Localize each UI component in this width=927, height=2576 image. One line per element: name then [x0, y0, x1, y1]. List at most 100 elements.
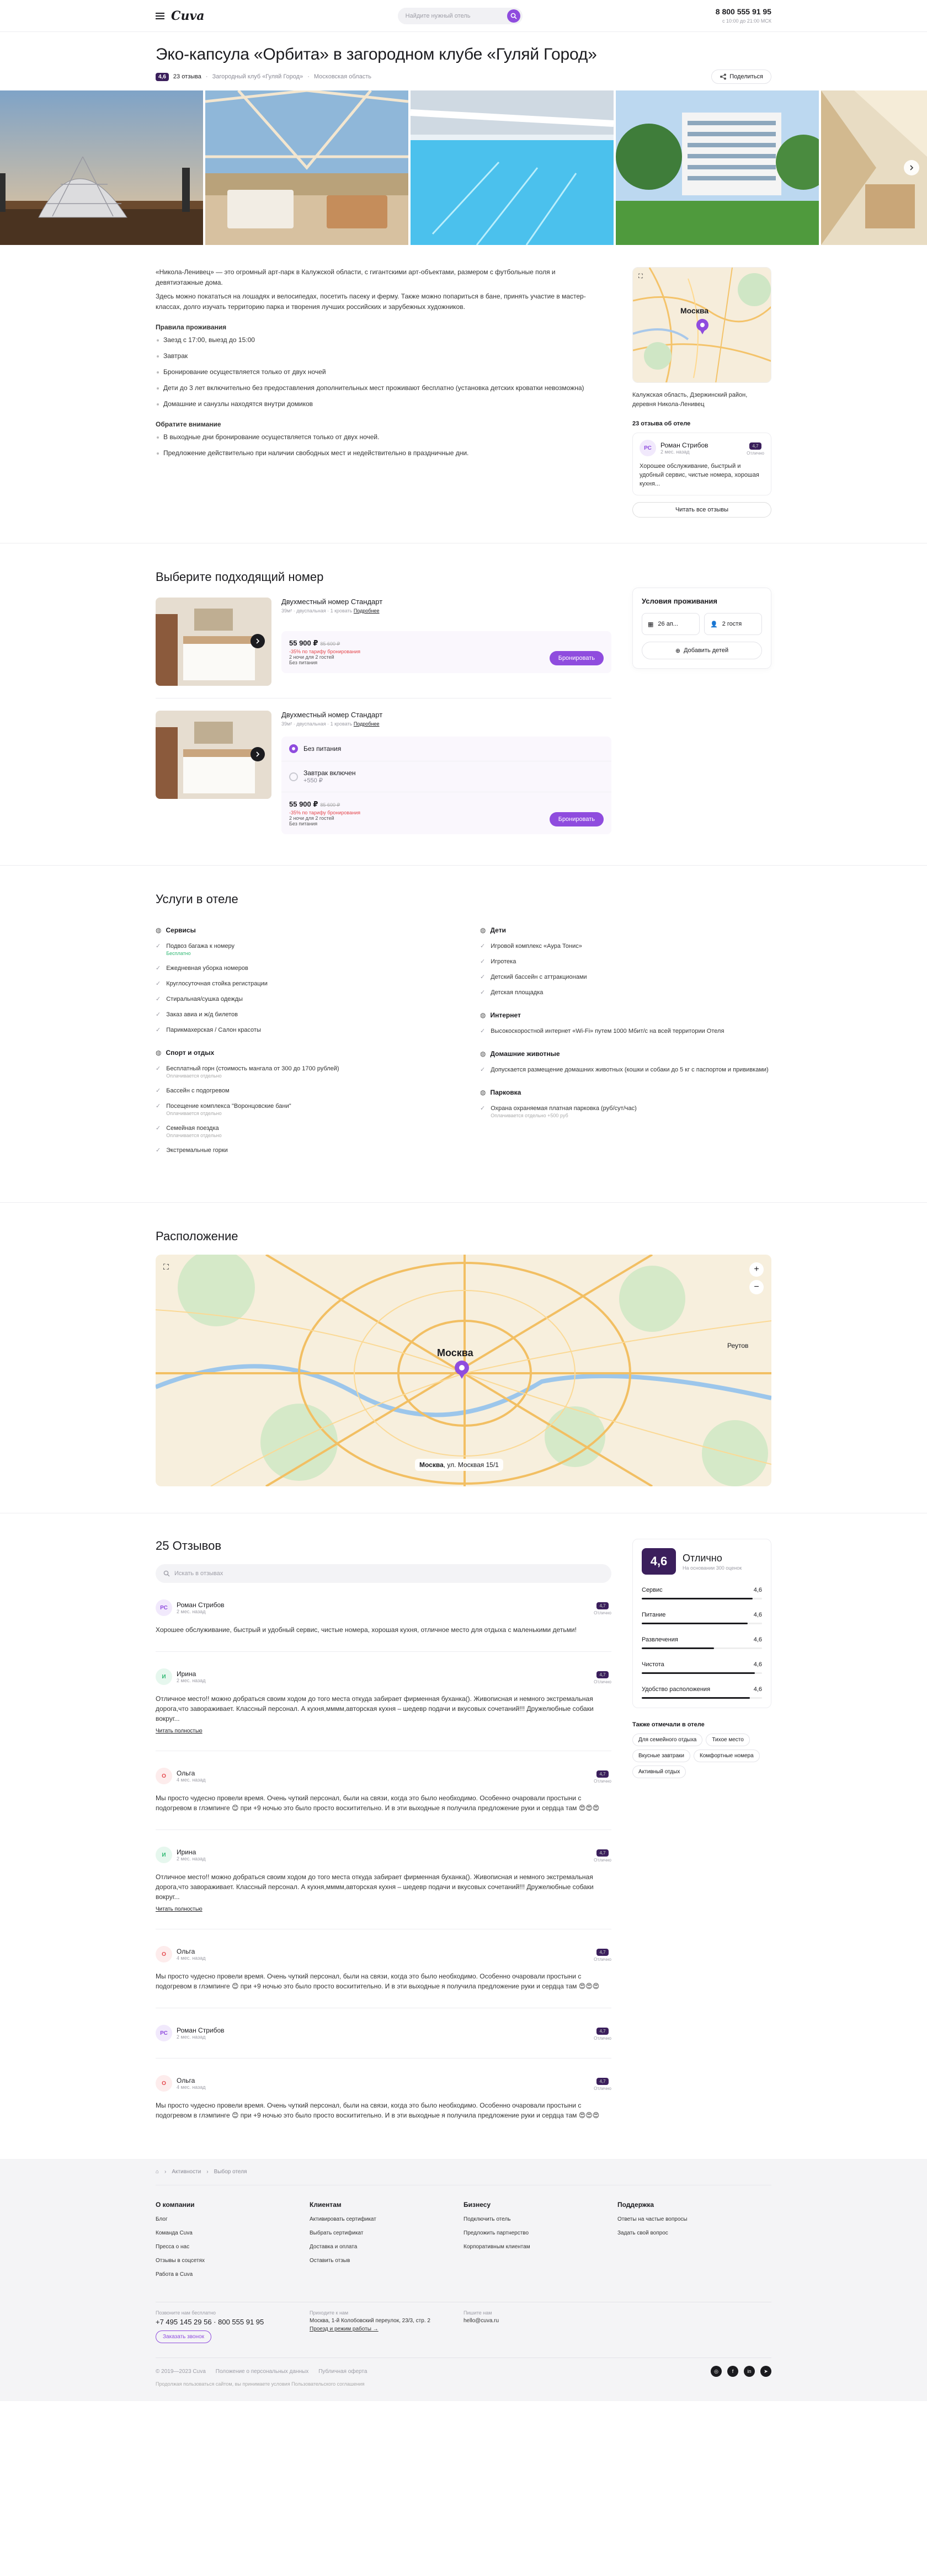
review-tag[interactable]: Комфортные номера — [694, 1750, 760, 1762]
room-photo[interactable] — [156, 711, 271, 799]
service-item: ✓ Бесплатный горн (стоимость мангала от 3… — [156, 1065, 447, 1079]
reviews-search-input[interactable]: Искать в отзывах — [156, 1564, 611, 1583]
radio-selected[interactable] — [289, 744, 298, 753]
policy-link[interactable]: Публичная оферта — [318, 2369, 367, 2375]
room-old-price: 85 600 ₽ — [320, 802, 340, 808]
all-reviews-button[interactable]: Читать все отзывы — [632, 502, 771, 518]
criterion-value: 4,6 — [753, 1612, 762, 1618]
footer-link[interactable]: Отзывы в соцсетях — [156, 2258, 310, 2264]
footer-link[interactable]: Блог — [156, 2216, 310, 2222]
hotel-address: Калужская область, Дзержинский район, де… — [632, 392, 748, 408]
footer-link[interactable]: Корпоративным клиентам — [464, 2244, 617, 2250]
zoom-out-button[interactable]: − — [749, 1280, 764, 1294]
book-button[interactable]: Бронировать — [549, 812, 604, 826]
footer-link[interactable]: Задать свой вопрос — [617, 2230, 771, 2236]
meal-option-breakfast[interactable]: Завтрак включен +550 ₽ — [281, 761, 611, 792]
home-icon[interactable]: ⌂ — [156, 2169, 159, 2175]
service-item-label: Подвоз багажа к номеру — [166, 943, 235, 950]
gallery-photo-interior[interactable] — [205, 90, 408, 245]
room-name[interactable]: Двухместный номер Стандарт — [281, 711, 611, 719]
review-text: Мы просто чудесно провели время. Очень ч… — [156, 1794, 600, 1812]
score-label: Отлично — [594, 1857, 611, 1863]
footer-link[interactable]: Подключить отель — [464, 2216, 617, 2222]
room-photo-next[interactable] — [251, 747, 265, 761]
room-old-price: 85 600 ₽ — [320, 641, 340, 647]
telegram-icon[interactable]: ➤ — [760, 2366, 771, 2377]
breadcrumb-club[interactable]: Загородный клуб «Гуляй Город» — [212, 73, 303, 80]
contact-phones[interactable]: +7 495 145 29 56 · 800 555 91 95 — [156, 2318, 264, 2326]
read-more-link[interactable]: Читать полностью — [156, 1906, 611, 1912]
footer-link[interactable]: Активировать сертификат — [310, 2216, 464, 2222]
service-item-label: Парикмахерская / Салон красоты — [166, 1027, 261, 1033]
photo-gallery[interactable] — [0, 90, 927, 245]
footer-link[interactable]: Оставить отзыв — [310, 2258, 464, 2264]
call-back-button[interactable]: Заказать звонок — [156, 2330, 211, 2343]
review-tag[interactable]: Активный отдых — [632, 1766, 686, 1778]
breadcrumb-item[interactable]: Выбор отеля — [214, 2169, 247, 2175]
logo[interactable]: Cuva — [171, 9, 205, 23]
instagram-icon[interactable]: ◎ — [711, 2366, 722, 2377]
expand-map-icon[interactable]: ⛶ — [638, 273, 643, 280]
room-more-link[interactable]: Подробнее — [354, 721, 380, 727]
radio[interactable] — [289, 772, 298, 781]
room-photo[interactable] — [156, 598, 271, 686]
review-tag[interactable]: Вкусные завтраки — [632, 1750, 690, 1762]
email-link[interactable]: hello@cuva.ru — [464, 2318, 617, 2324]
phone-number[interactable]: 8 800 555 91 95 — [716, 7, 771, 16]
header-phone[interactable]: 8 800 555 91 95 с 10:00 до 21:00 МСК — [716, 7, 771, 24]
gallery-photo-dome[interactable] — [0, 90, 203, 245]
footer-link[interactable]: Ответы на частые вопросы — [617, 2216, 771, 2222]
review-tag[interactable]: Для семейного отдыха — [632, 1734, 703, 1746]
gallery-photo-building[interactable] — [616, 90, 819, 245]
rules-list: Заезд с 17:00, выезд до 15:00 Завтрак Бр… — [156, 335, 597, 409]
gallery-next-button[interactable] — [904, 160, 919, 175]
zoom-in-button[interactable]: + — [749, 1262, 764, 1277]
phone-hours: с 10:00 до 21:00 МСК — [722, 18, 771, 24]
review-item: И Ирина 2 мес. назад 4,7 Отлично Отличное мес… — [156, 1652, 611, 1751]
mini-map[interactable]: Москва ⛶ — [632, 267, 771, 383]
read-more-link[interactable]: Читать полностью — [156, 1728, 611, 1734]
footer-link[interactable]: Доставка и оплата — [310, 2244, 464, 2250]
search-input[interactable]: Найдите нужный отель — [397, 7, 523, 24]
expand-map-icon[interactable]: ⛶ — [163, 1262, 169, 1272]
avatar: РС — [156, 2025, 172, 2041]
review-list: РС Роман Стрибов 2 мес. назад 4,7 Отлично Хор… — [156, 1583, 611, 2137]
footer-link[interactable]: Работа в Cuva — [156, 2271, 310, 2278]
share-button[interactable]: Поделиться — [711, 70, 771, 84]
footer-link[interactable]: Предложить партнерство — [464, 2230, 617, 2236]
room-name[interactable]: Двухместный номер Стандарт — [281, 598, 611, 606]
add-kids-button[interactable]: ⊕ Добавить детей — [642, 642, 762, 659]
breadcrumb-item[interactable]: Активности — [172, 2169, 201, 2175]
gallery-photo-pool[interactable] — [411, 90, 614, 245]
service-item-label: Высокоскоростной интернет «Wi-Fi» путем … — [491, 1028, 724, 1034]
rule-item: Дети до 3 лет включительно без предостав… — [156, 383, 597, 393]
footer-link[interactable]: Пресса о нас — [156, 2244, 310, 2250]
service-item-label: Экстремальные горки — [166, 1147, 228, 1154]
facebook-icon[interactable]: f — [727, 2366, 738, 2377]
route-link[interactable]: Проезд и режим работы → — [310, 2326, 464, 2332]
criterion-row: Питание 4,6 — [642, 1612, 762, 1618]
menu-icon[interactable] — [156, 12, 166, 20]
footer-link[interactable]: Команда Cuva — [156, 2230, 310, 2236]
guests-field[interactable]: 👤 2 гостя — [704, 613, 762, 635]
search-button[interactable] — [507, 9, 520, 23]
review-tag[interactable]: Тихое место — [706, 1734, 750, 1746]
dates-field[interactable]: ▦ 26 ап... — [642, 613, 700, 635]
check-icon: ✓ — [480, 943, 486, 950]
footer-link[interactable]: Выбрать сертификат — [310, 2230, 464, 2236]
policy-link[interactable]: Положение о персональных данных — [216, 2369, 308, 2375]
reviews-link[interactable]: 23 отзыва — [173, 73, 201, 80]
breadcrumb-region[interactable]: Московская область — [314, 73, 371, 80]
service-item: ✓ Подвоз багажа к номеру Бесплатно — [156, 943, 447, 956]
vk-icon[interactable]: in — [744, 2366, 755, 2377]
rating-badge: 4,6 — [156, 72, 169, 81]
location-map[interactable]: Москва Реутов ⛶ + − Москва, ул. Москвая … — [156, 1255, 771, 1486]
review-header: И Ирина 2 мес. назад 4,7 Отлично — [156, 1847, 611, 1863]
reviewer-name: Ольга — [177, 1769, 195, 1777]
room-more-link[interactable]: Подробнее — [354, 608, 380, 614]
room-photo-next[interactable] — [251, 634, 265, 648]
review-text: Отличное место!! можно добраться своим х… — [156, 1873, 594, 1901]
book-button[interactable]: Бронировать — [549, 651, 604, 665]
meal-option-none[interactable]: Без питания — [281, 737, 611, 761]
criterion-name: Сервис — [642, 1587, 663, 1593]
